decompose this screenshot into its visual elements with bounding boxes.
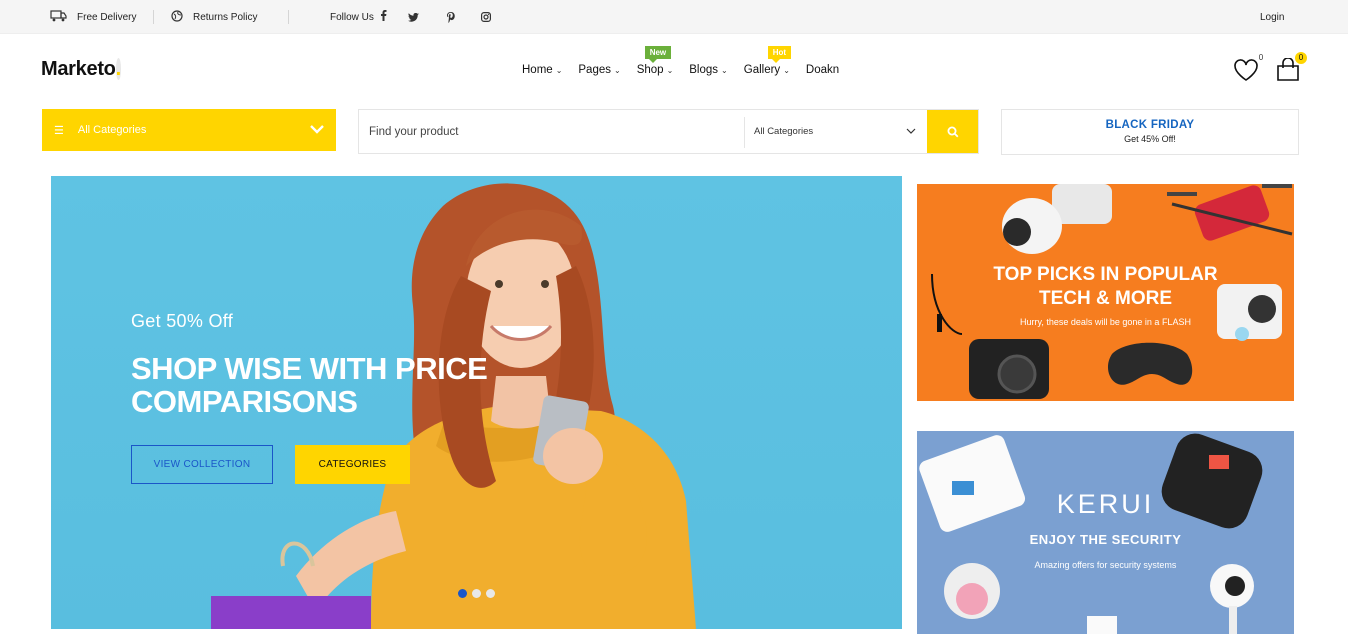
- banner2-subtitle: Amazing offers for security systems: [1034, 560, 1177, 570]
- divider: [744, 117, 745, 148]
- heart-icon: [1234, 59, 1258, 81]
- chevron-down-icon: ⌄: [783, 65, 790, 75]
- banner2-brand: KERUI: [1056, 489, 1155, 519]
- instagram-icon[interactable]: [481, 0, 491, 34]
- facebook-icon[interactable]: [380, 10, 387, 24]
- promo-title: BLACK FRIDAY: [1105, 119, 1195, 131]
- chevron-down-icon: [308, 120, 326, 143]
- nav-doakn-label: Doakn: [805, 64, 840, 76]
- chevron-down-icon: [906, 127, 916, 138]
- twitter-icon[interactable]: [408, 0, 419, 34]
- follow-us-label: Follow Us: [330, 11, 374, 23]
- wishlist-button[interactable]: 0: [1233, 53, 1263, 84]
- search-button[interactable]: [927, 110, 978, 153]
- view-collection-button[interactable]: VIEW COLLECTION: [131, 445, 273, 484]
- nav-pages-label: Pages: [578, 64, 611, 76]
- free-delivery[interactable]: Free Delivery: [50, 0, 136, 34]
- login-label: Login: [1260, 11, 1285, 23]
- returns-policy[interactable]: Returns Policy: [171, 0, 257, 34]
- all-categories-button[interactable]: ☰ All Categories: [42, 109, 336, 151]
- logo-dot: .: [115, 58, 121, 80]
- nav-pages[interactable]: Pages ⌄: [578, 64, 620, 76]
- nav-gallery[interactable]: Hot Gallery ⌄: [743, 46, 792, 76]
- categories-button[interactable]: CATEGORIES: [295, 445, 410, 484]
- cart-count: 0: [1295, 52, 1307, 64]
- search-input[interactable]: [369, 120, 729, 144]
- slider-dot[interactable]: [472, 589, 481, 598]
- divider: [153, 10, 154, 24]
- nav-shop-label: Shop: [636, 64, 664, 76]
- nav-gallery-label: Gallery: [743, 64, 781, 76]
- tech-picks-banner[interactable]: TOP PICKS IN POPULAR TECH & MORE Hurry, …: [917, 184, 1294, 401]
- follow-us: Follow Us: [330, 0, 387, 34]
- nav-home-label: Home: [522, 64, 553, 76]
- banner2-title: ENJOY THE SECURITY: [1029, 532, 1182, 547]
- cart-button[interactable]: 0: [1275, 52, 1307, 84]
- chevron-down-icon: ⌄: [666, 65, 674, 75]
- nav-shop[interactable]: New Shop ⌄: [636, 46, 674, 76]
- nav-home[interactable]: Home ⌄: [522, 64, 562, 76]
- hero-subtitle: Get 50% Off: [131, 311, 234, 331]
- search-icon: [947, 126, 958, 137]
- slider-dot[interactable]: [458, 589, 467, 598]
- hot-badge: Hot: [767, 46, 792, 63]
- truck-icon: [50, 9, 67, 25]
- main-nav: Home ⌄ Pages ⌄ New Shop ⌄ Blogs ⌄ Hot Galler…: [522, 46, 855, 82]
- search-bar: All Categories: [358, 109, 979, 154]
- menu-icon: ☰: [54, 124, 64, 137]
- chevron-down-icon: ⌄: [721, 65, 728, 75]
- black-friday-promo[interactable]: BLACK FRIDAY Get 45% Off!: [1001, 109, 1299, 155]
- pinterest-icon[interactable]: [447, 0, 455, 34]
- banner1-title-line1: TOP PICKS IN POPULAR: [993, 264, 1218, 285]
- slider-dots: [458, 589, 500, 598]
- nav-blogs[interactable]: Blogs ⌄: [689, 64, 727, 76]
- category-select-value: All Categories: [754, 126, 814, 137]
- nav-blogs-label: Blogs: [689, 64, 719, 76]
- free-delivery-label: Free Delivery: [77, 11, 137, 23]
- category-select[interactable]: All Categories: [754, 110, 924, 153]
- banner1-subtitle: Hurry, these deals will be gone in a FLA…: [1020, 317, 1191, 327]
- returns-policy-label: Returns Policy: [193, 11, 258, 23]
- globe-icon: [171, 9, 183, 25]
- divider: [288, 10, 289, 24]
- login-link[interactable]: Login: [1260, 0, 1284, 34]
- wishlist-count: 0: [1258, 53, 1264, 62]
- nav-doakn[interactable]: Doakn: [806, 64, 839, 76]
- logo-text: Marketo: [41, 58, 116, 80]
- logo[interactable]: Marketo.: [41, 58, 126, 81]
- security-banner[interactable]: KERUI ENJOY THE SECURITY Amazing offers …: [917, 431, 1294, 634]
- chevron-down-icon: ⌄: [614, 65, 621, 75]
- top-bar: Free Delivery Returns Policy Follow Us L…: [0, 0, 1348, 34]
- promo-subtitle: Get 45% Off!: [1124, 134, 1176, 144]
- hero-slider: Get 50% Off SHOP WISE WITH PRICE COMPARI…: [51, 176, 902, 629]
- slider-dot[interactable]: [486, 589, 495, 598]
- all-categories-label: All Categories: [77, 124, 147, 136]
- chevron-down-icon: ⌄: [555, 65, 563, 75]
- banner1-title-line2: TECH & MORE: [1039, 288, 1172, 309]
- new-badge: New: [644, 46, 672, 63]
- hero-title: SHOP WISE WITH PRICE COMPARISONS: [131, 351, 488, 419]
